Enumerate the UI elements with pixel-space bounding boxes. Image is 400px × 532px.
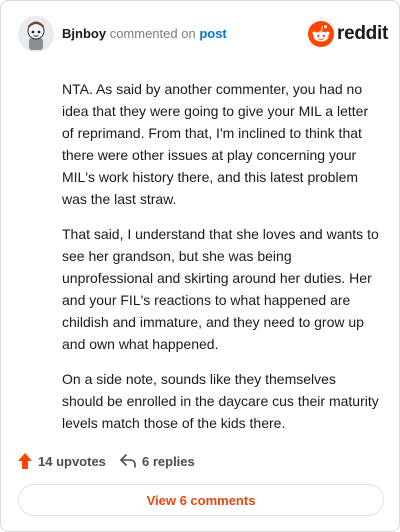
reddit-wordmark: reddit: [337, 23, 388, 44]
comment-actions: 14 upvotes 6 replies: [18, 449, 384, 473]
view-comments-button[interactable]: View 6 comments: [18, 484, 384, 516]
comment-body: NTA. As said by another commenter, you h…: [62, 78, 380, 447]
reddit-logo[interactable]: reddit: [308, 20, 388, 48]
replies-button[interactable]: 6 replies: [120, 449, 195, 473]
avatar[interactable]: [18, 16, 54, 52]
upvote-arrow-icon: [18, 453, 32, 469]
upvote-button[interactable]: 14 upvotes: [18, 449, 106, 473]
avatar-icon: [18, 16, 54, 52]
comment-paragraph: On a side note, sounds like they themsel…: [62, 371, 379, 431]
commented-on-text: commented on: [109, 26, 196, 41]
post-link[interactable]: post: [199, 26, 226, 41]
comment-meta: Bjnboy commented on post: [62, 26, 227, 42]
reply-arrow-icon: [120, 454, 136, 468]
comment-paragraph: That said, I understand that she loves a…: [62, 226, 379, 352]
reddit-alien-icon: [308, 21, 334, 47]
replies-count: 6 replies: [142, 453, 195, 469]
upvote-count: 14 upvotes: [38, 453, 106, 469]
username-link[interactable]: Bjnboy: [62, 26, 106, 41]
comment-header: Bjnboy commented on post reddit: [18, 16, 388, 52]
comment-paragraph: NTA. As said by another commenter, you h…: [62, 81, 369, 207]
comment-card: Bjnboy commented on post reddit NTA. As …: [0, 0, 400, 532]
